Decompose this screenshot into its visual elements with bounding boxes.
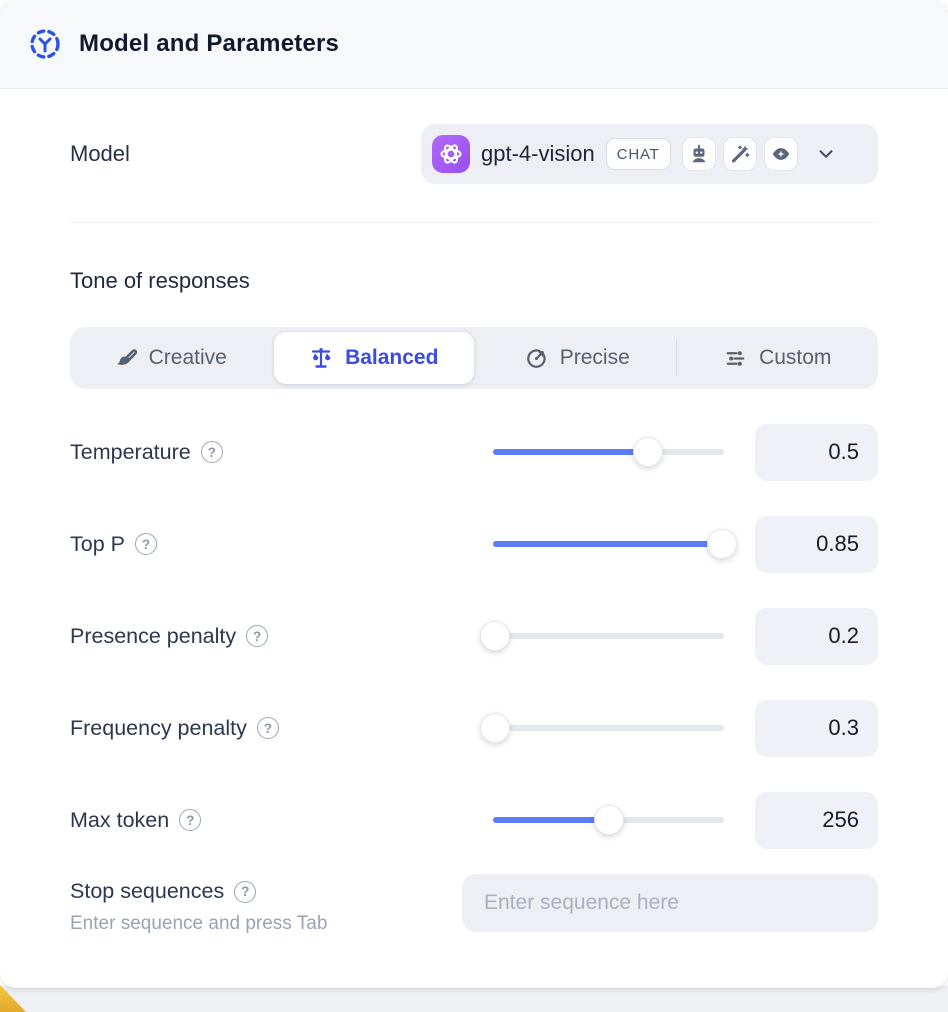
presence-penalty-label: Presence penalty ? — [70, 624, 493, 649]
chat-type-badge: CHAT — [606, 138, 671, 170]
target-icon — [525, 347, 548, 370]
slider-thumb[interactable] — [594, 805, 624, 835]
top-p-value[interactable]: 0.85 — [755, 516, 878, 573]
panel-title: Model and Parameters — [79, 30, 339, 58]
tab-label: Custom — [759, 346, 831, 370]
sliders-icon — [724, 347, 747, 370]
tab-custom[interactable]: Custom — [678, 327, 879, 389]
vision-eye-icon — [764, 137, 798, 171]
temperature-label: Temperature ? — [70, 440, 493, 465]
frequency-penalty-value[interactable]: 0.3 — [755, 700, 878, 757]
temperature-value[interactable]: 0.5 — [755, 424, 878, 481]
stop-sequences-hint: Enter sequence and press Tab — [70, 913, 327, 935]
model-select-dropdown[interactable]: gpt-4-vision CHAT — [421, 124, 878, 184]
paintbrush-icon — [114, 347, 137, 370]
slider-thumb[interactable] — [480, 621, 510, 651]
max-token-label: Max token ? — [70, 808, 493, 833]
tab-label: Creative — [149, 346, 227, 370]
max-token-row: Max token ? 256 — [70, 774, 878, 866]
presence-penalty-slider[interactable] — [493, 621, 724, 651]
presence-penalty-row: Presence penalty ? 0.2 — [70, 590, 878, 682]
tab-balanced[interactable]: Balanced — [274, 332, 475, 384]
stop-sequence-input[interactable] — [462, 874, 878, 932]
help-icon[interactable]: ? — [201, 441, 223, 463]
stop-sequences-label: Stop sequences ? — [70, 879, 327, 904]
frequency-penalty-label: Frequency penalty ? — [70, 716, 493, 741]
selected-model-name: gpt-4-vision — [481, 141, 595, 167]
help-icon[interactable]: ? — [135, 533, 157, 555]
tab-label: Precise — [560, 346, 630, 370]
slider-thumb[interactable] — [707, 529, 737, 559]
help-icon[interactable]: ? — [179, 809, 201, 831]
temperature-row: Temperature ? 0.5 — [70, 406, 878, 498]
help-icon[interactable]: ? — [246, 625, 268, 647]
help-icon[interactable]: ? — [257, 717, 279, 739]
assistant-robot-icon — [682, 137, 716, 171]
tab-precise[interactable]: Precise — [477, 327, 678, 389]
slider-thumb[interactable] — [633, 437, 663, 467]
stop-sequences-row: Stop sequences ? Enter sequence and pres… — [70, 874, 878, 977]
max-token-value[interactable]: 256 — [755, 792, 878, 849]
panel-header: Model and Parameters — [0, 0, 948, 89]
parameter-list: Temperature ? 0.5 Top P ? — [70, 406, 878, 866]
section-divider — [70, 222, 878, 223]
slider-thumb[interactable] — [480, 713, 510, 743]
openai-logo-icon — [432, 135, 470, 173]
presence-penalty-value[interactable]: 0.2 — [755, 608, 878, 665]
help-icon[interactable]: ? — [234, 881, 256, 903]
model-parameters-panel: Model and Parameters Model — [0, 0, 948, 1012]
tab-creative[interactable]: Creative — [70, 327, 271, 389]
top-p-slider[interactable] — [493, 529, 724, 559]
frequency-penalty-slider[interactable] — [493, 713, 724, 743]
model-node-icon — [28, 27, 62, 61]
model-parameters-card: Model and Parameters Model — [0, 0, 948, 988]
tab-separator — [676, 340, 677, 376]
tab-label: Balanced — [345, 346, 438, 370]
frequency-penalty-row: Frequency penalty ? 0.3 — [70, 682, 878, 774]
temperature-slider[interactable] — [493, 437, 724, 467]
magic-wand-icon — [723, 137, 757, 171]
model-row: Model gpt-4-vision CHAT — [70, 124, 878, 184]
max-token-slider[interactable] — [493, 805, 724, 835]
chevron-down-icon — [815, 143, 837, 165]
model-label: Model — [70, 141, 130, 167]
balance-scale-icon — [309, 346, 333, 370]
background-strip — [0, 986, 948, 1012]
capability-chips — [682, 137, 798, 171]
top-p-label: Top P ? — [70, 532, 493, 557]
tone-tabbar: Creative Balanced — [70, 327, 878, 389]
tone-section-title: Tone of responses — [70, 268, 878, 294]
top-p-row: Top P ? 0.85 — [70, 498, 878, 590]
